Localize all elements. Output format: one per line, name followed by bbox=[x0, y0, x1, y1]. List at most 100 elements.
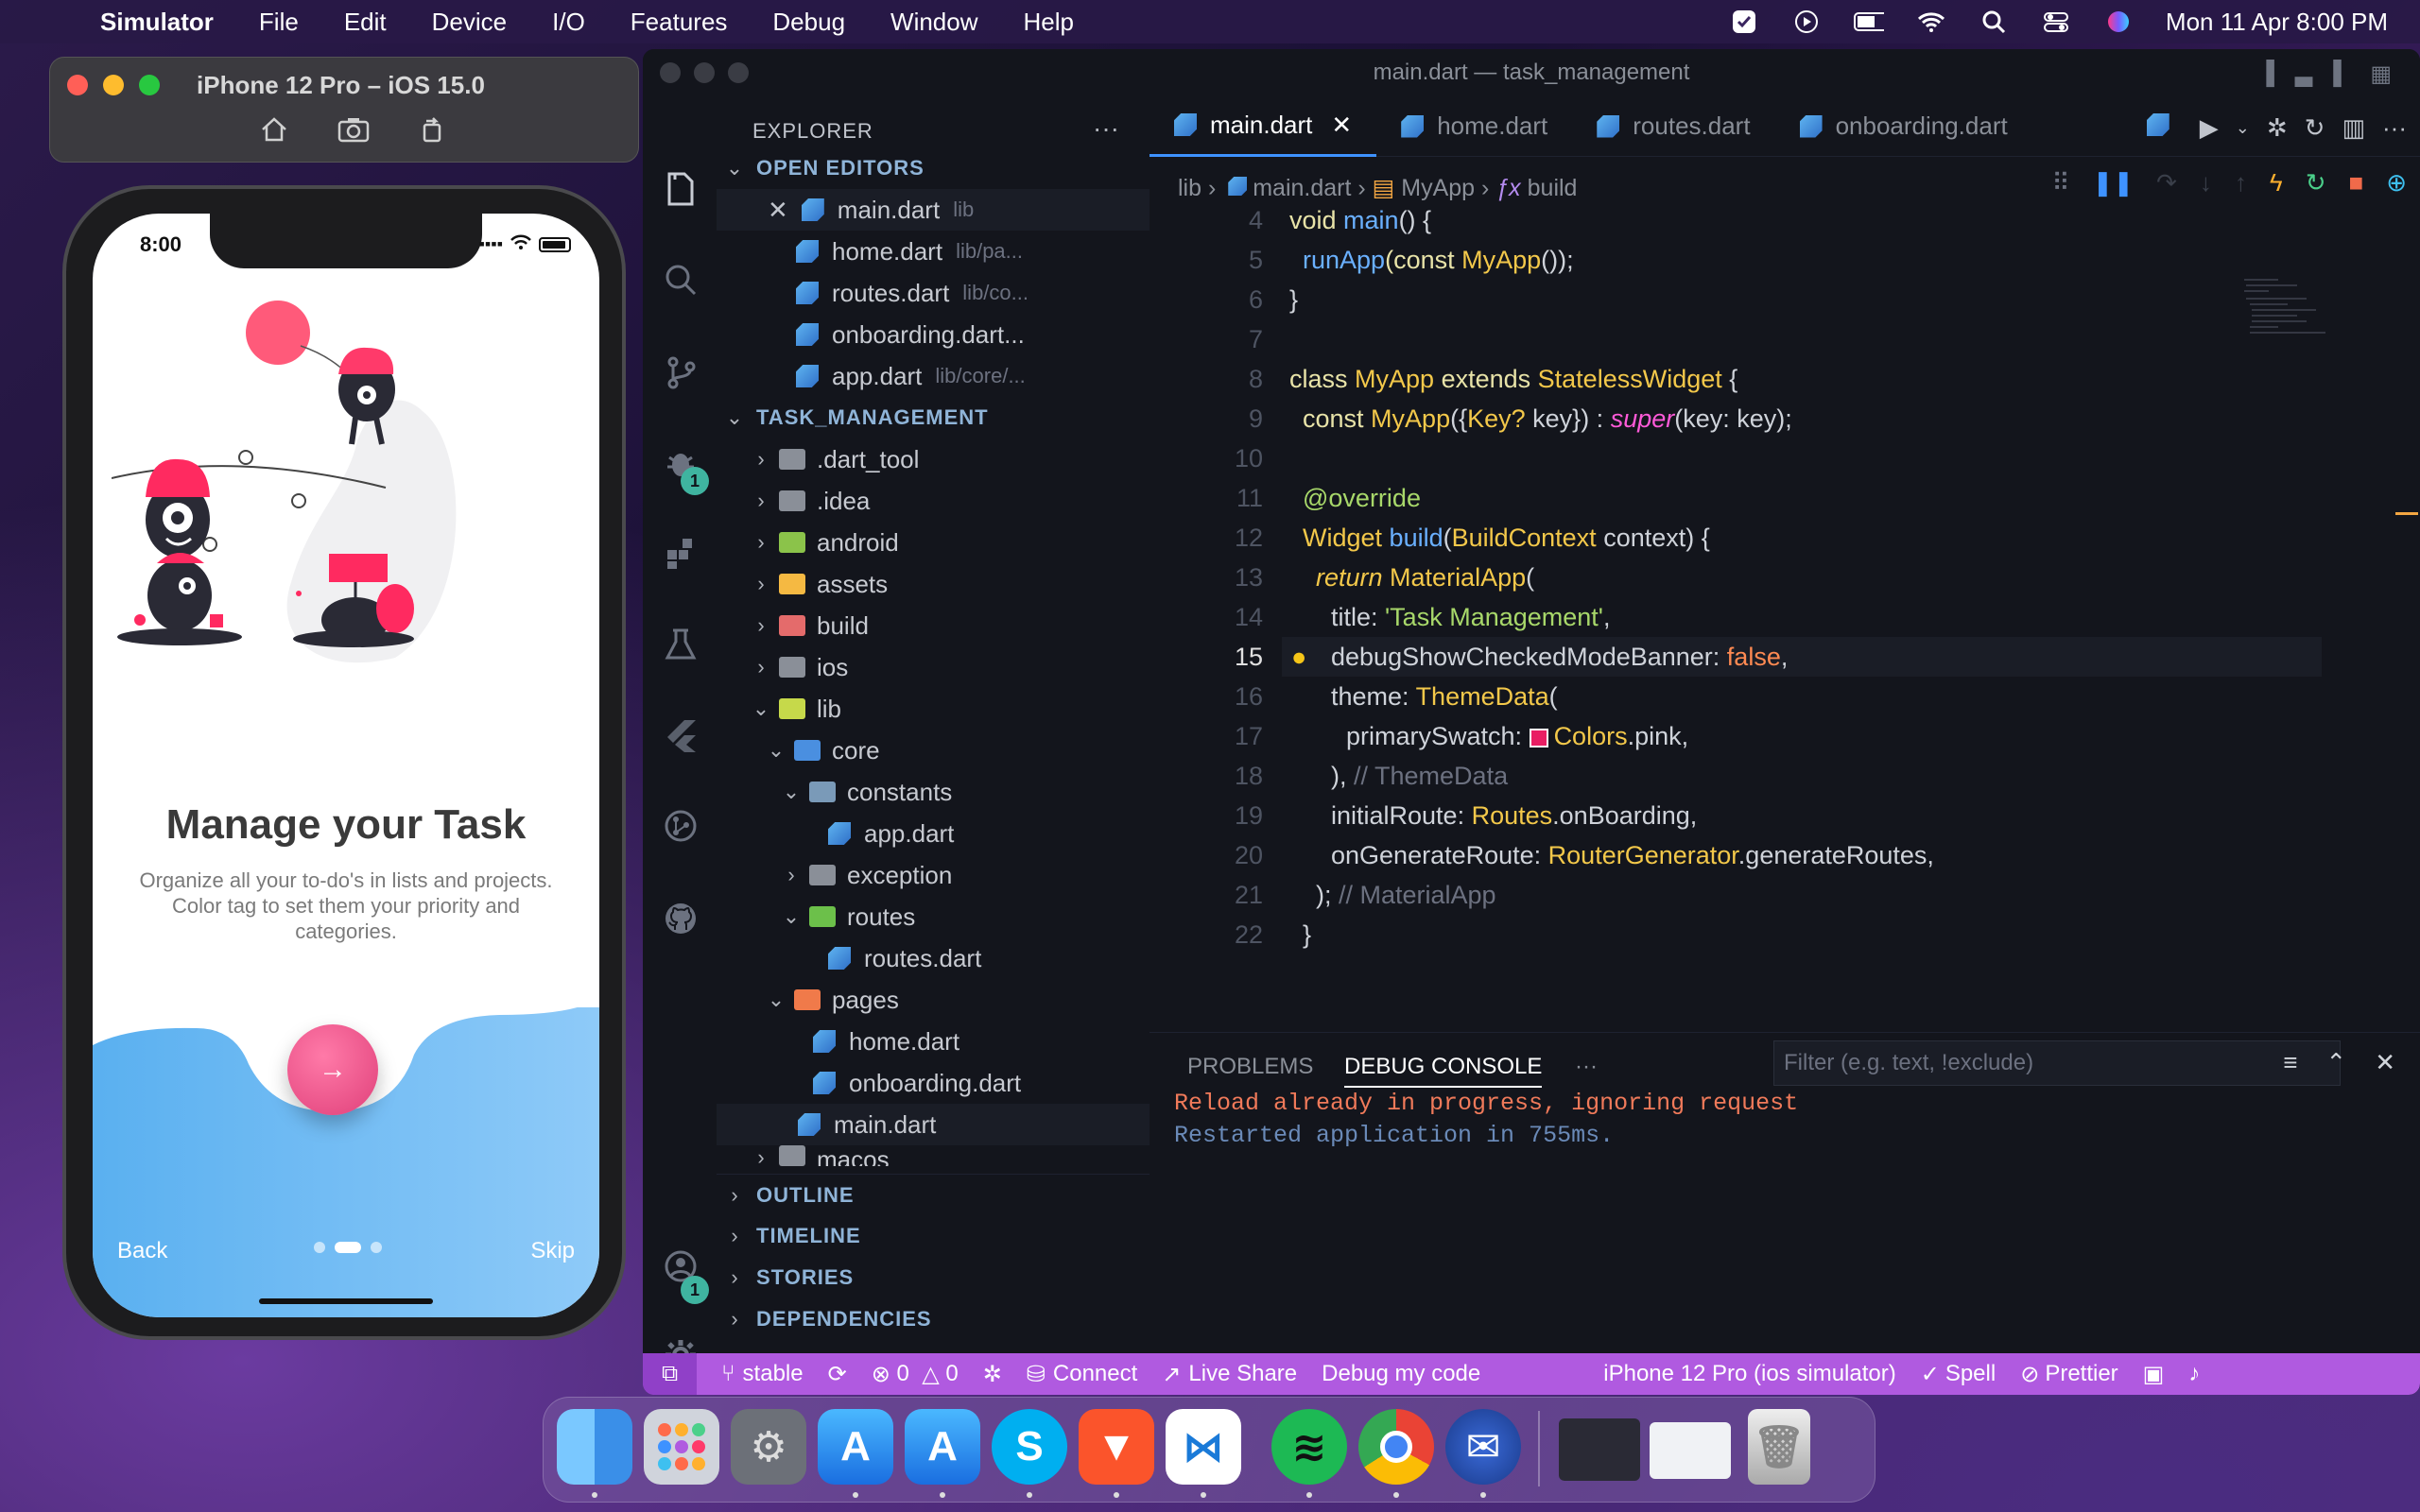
menu-device[interactable]: Device bbox=[432, 8, 507, 37]
more-actions-icon[interactable]: ··· bbox=[2382, 113, 2407, 143]
close-window-button[interactable] bbox=[660, 62, 681, 83]
step-into-icon[interactable]: ↓ bbox=[2200, 168, 2212, 198]
toggle-secondary-sidebar-icon[interactable]: ▌ bbox=[2333, 60, 2349, 88]
zoom-window-button[interactable] bbox=[139, 75, 160, 95]
pause-icon[interactable]: ❚❚ bbox=[2093, 168, 2135, 198]
sync-icon[interactable]: ⟳ bbox=[828, 1361, 847, 1388]
skype-icon[interactable]: S bbox=[992, 1409, 1067, 1485]
git-graph-icon[interactable] bbox=[660, 805, 701, 847]
more-actions-icon[interactable]: ··· bbox=[1093, 113, 1119, 144]
tab-debug-console[interactable]: DEBUG CONSOLE bbox=[1344, 1054, 1543, 1088]
search-icon[interactable] bbox=[1979, 9, 2009, 34]
console-filter-input[interactable]: Filter (e.g. text, !exclude) bbox=[1773, 1040, 2341, 1086]
maximize-panel-icon[interactable]: ⌃ bbox=[2325, 1048, 2346, 1077]
problems-item[interactable]: ⊗ 0 △ 0 bbox=[872, 1361, 959, 1388]
tree-folder[interactable]: ⌄ pages bbox=[717, 979, 1150, 1021]
testing-icon[interactable] bbox=[660, 624, 701, 665]
minimized-window-thumbnail[interactable] bbox=[1650, 1422, 1731, 1479]
stories-section[interactable]: › STORIES bbox=[717, 1257, 1150, 1298]
git-branch-item[interactable]: ⑂ stable bbox=[721, 1361, 803, 1387]
search-icon[interactable] bbox=[660, 259, 701, 301]
tree-folder[interactable]: › assets bbox=[717, 563, 1150, 605]
source-control-icon[interactable] bbox=[660, 352, 701, 393]
tree-folder[interactable]: › macos bbox=[717, 1145, 1150, 1166]
menu-help[interactable]: Help bbox=[1024, 8, 1074, 37]
files-icon[interactable] bbox=[660, 168, 701, 210]
menu-file[interactable]: File bbox=[259, 8, 299, 37]
stop-icon[interactable]: ■ bbox=[2348, 168, 2363, 198]
devtools-search-icon[interactable]: ⊕ bbox=[2386, 168, 2407, 198]
tree-folder[interactable]: › .idea bbox=[717, 480, 1150, 522]
battery-icon[interactable] bbox=[1853, 9, 1884, 34]
wifi-icon[interactable] bbox=[1916, 9, 1946, 34]
feedback-icon[interactable]: ▣ bbox=[2143, 1361, 2165, 1388]
next-arrow-button[interactable]: → bbox=[287, 1024, 378, 1115]
play-circle-icon[interactable] bbox=[1791, 9, 1822, 34]
tab-main-dart[interactable]: main.dart ✕ bbox=[1150, 96, 1377, 157]
open-editor-item[interactable]: routes.dart lib/co... bbox=[717, 272, 1150, 314]
tree-folder[interactable]: ⌄ core bbox=[717, 730, 1150, 771]
screenshot-icon[interactable] bbox=[337, 116, 370, 149]
hot-reload-icon[interactable]: ϟ bbox=[2270, 168, 2283, 198]
check-icon[interactable] bbox=[1729, 9, 1759, 34]
tree-file-selected[interactable]: main.dart bbox=[717, 1104, 1150, 1145]
tree-folder[interactable]: › exception bbox=[717, 854, 1150, 896]
tree-folder[interactable]: › ios bbox=[717, 646, 1150, 688]
xcode-icon[interactable]: A bbox=[905, 1409, 980, 1485]
close-tab-icon[interactable]: ✕ bbox=[1331, 111, 1352, 140]
remote-icon[interactable]: ⧉ bbox=[643, 1353, 698, 1395]
minimize-window-button[interactable] bbox=[103, 75, 124, 95]
menu-window[interactable]: Window bbox=[890, 8, 977, 37]
hot-restart-icon[interactable]: ↻ bbox=[2305, 113, 2325, 143]
menu-debug[interactable]: Debug bbox=[772, 8, 845, 37]
open-editor-item[interactable]: ✕ main.dart lib bbox=[717, 189, 1150, 231]
spell-item[interactable]: ✓ Spell bbox=[1921, 1361, 1996, 1388]
menu-app-name[interactable]: Simulator bbox=[100, 8, 214, 37]
live-share-item[interactable]: ↗ Live Share bbox=[1162, 1361, 1297, 1388]
prettier-item[interactable]: ⊘ Prettier bbox=[2020, 1361, 2118, 1388]
trash-icon[interactable]: 🗑 bbox=[1748, 1409, 1810, 1485]
minimize-window-button[interactable] bbox=[694, 62, 715, 83]
menu-features[interactable]: Features bbox=[631, 8, 728, 37]
run-dropdown-icon[interactable]: ⌄ bbox=[2236, 113, 2250, 143]
connect-item[interactable]: ⛁ Connect bbox=[1027, 1361, 1138, 1388]
system-preferences-icon[interactable]: ⚙ bbox=[731, 1409, 806, 1485]
device-selector[interactable]: iPhone 12 Pro (ios simulator) bbox=[1603, 1361, 1895, 1387]
restart-icon[interactable]: ↻ bbox=[2306, 168, 2326, 198]
outline-section[interactable]: › OUTLINE bbox=[717, 1174, 1150, 1215]
home-indicator[interactable] bbox=[259, 1298, 433, 1304]
open-editor-item[interactable]: home.dart lib/pa... bbox=[717, 231, 1150, 272]
brave-browser-icon[interactable]: ▼ bbox=[1079, 1409, 1154, 1485]
minimized-window-thumbnail[interactable] bbox=[1559, 1418, 1640, 1481]
chrome-icon[interactable] bbox=[1358, 1409, 1434, 1485]
tree-folder[interactable]: ⌄ lib bbox=[717, 688, 1150, 730]
tab-routes-dart[interactable]: routes.dart bbox=[1572, 96, 1774, 157]
tree-folder[interactable]: › build bbox=[717, 605, 1150, 646]
step-over-icon[interactable]: ↷ bbox=[2156, 168, 2177, 198]
spotify-icon[interactable]: ≋ bbox=[1271, 1409, 1347, 1485]
skip-button[interactable]: Skip bbox=[530, 1238, 575, 1264]
close-panel-icon[interactable]: ✕ bbox=[2375, 1048, 2395, 1077]
siri-icon[interactable] bbox=[2103, 9, 2134, 34]
dependencies-section[interactable]: › DEPENDENCIES bbox=[717, 1298, 1150, 1340]
drag-handle-icon[interactable]: ⠿ bbox=[2052, 168, 2070, 198]
breadcrumb-class[interactable]: MyApp bbox=[1401, 175, 1475, 201]
finder-icon[interactable] bbox=[557, 1409, 632, 1485]
customize-layout-icon[interactable]: ▦ bbox=[2370, 60, 2392, 88]
menu-io[interactable]: I/O bbox=[552, 8, 585, 37]
split-editor-icon[interactable]: ▥ bbox=[2342, 113, 2365, 143]
notifications-bell-icon[interactable]: ♪ bbox=[2188, 1361, 2200, 1387]
breadcrumb-method[interactable]: build bbox=[1528, 175, 1578, 201]
breadcrumb-lib[interactable]: lib bbox=[1178, 175, 1201, 201]
lightbulb-icon[interactable]: ● bbox=[1291, 637, 1306, 677]
tree-folder[interactable]: › .dart_tool bbox=[717, 438, 1150, 480]
color-swatch-pink[interactable] bbox=[1529, 728, 1548, 747]
open-editor-item[interactable]: onboarding.dart... bbox=[717, 314, 1150, 355]
thunderbird-icon[interactable]: ✉ bbox=[1445, 1409, 1521, 1485]
launchpad-icon[interactable] bbox=[644, 1409, 719, 1485]
clear-console-icon[interactable]: ≡ bbox=[2283, 1048, 2297, 1077]
panel-more-icon[interactable]: ··· bbox=[1575, 1054, 1598, 1080]
code-editor[interactable]: 4 void main() { 5 runApp(const MyApp()); 6… bbox=[1150, 200, 2378, 1032]
rotate-icon[interactable] bbox=[419, 116, 447, 149]
vscode-app-icon[interactable]: ⋈ bbox=[1166, 1409, 1241, 1485]
